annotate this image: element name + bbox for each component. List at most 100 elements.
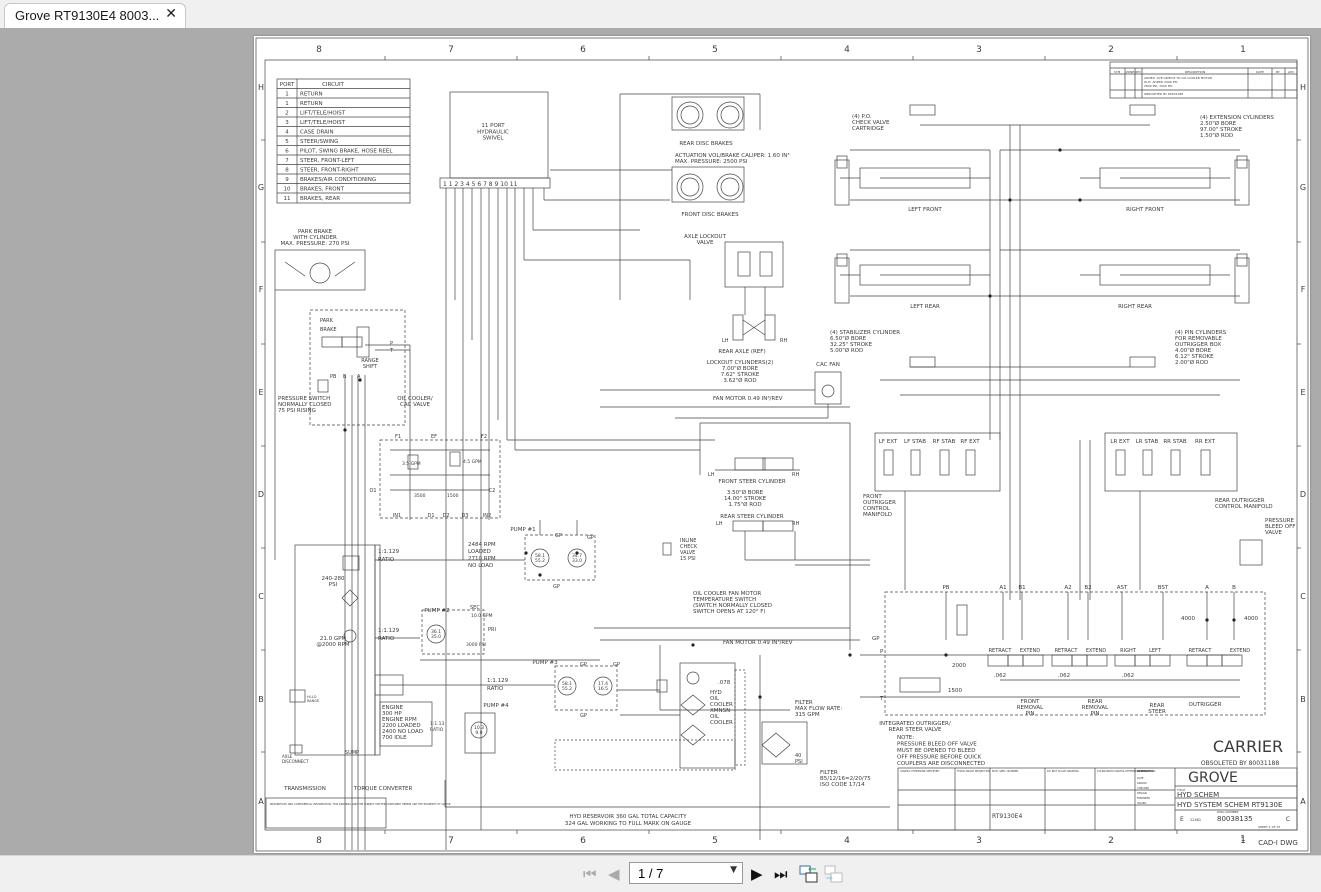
fan-motor-icon [686,671,700,685]
view-next-icon[interactable] [824,864,844,884]
schematic-label: SUMP [345,750,359,756]
brake-disc [720,105,740,125]
valve-section-label: EXTEND [1230,648,1250,654]
brake-disc [680,177,700,197]
reservoir-label: 324 GAL WORKING TO FULL MARK ON GAUGE [565,821,692,827]
document-tab[interactable]: Grove RT9130E4 8003... ✕ [4,3,186,28]
schematic-label: GP [555,533,562,539]
rpm-label: NO LOAD [468,563,493,569]
previous-page-icon[interactable]: ◀ [608,866,620,882]
manifold-section: LR STAB [1136,439,1159,445]
axle-lockout-valve [724,241,784,288]
schematic-label: 2000 [952,663,966,669]
zone-row-label: F [1301,285,1306,294]
title-field: DESIGN [1137,791,1147,795]
circuit-header: CIRCUIT [322,82,344,88]
page-select[interactable]: 1 / 7 ▼ [629,862,743,884]
integrated-valve-label: REAR STEER VALVE [889,727,942,733]
dropdown-caret-icon[interactable]: ▼ [730,865,737,875]
schematic-label: 12461 [1190,818,1201,822]
schematic-label: RH [792,472,799,478]
lockout-cylinder [732,314,744,341]
solenoid-valve [1142,449,1153,476]
zone-row-label: D [1300,490,1306,499]
schematic-box [1007,654,1024,667]
brake-drum [309,262,331,284]
circuit-name: PILOT, SWING BRAKE, HOSE REEL [300,149,393,155]
zone-column-label: 6 [580,836,586,846]
schematic-label: GP [580,662,587,668]
steer-cylinder [734,457,766,471]
rear-steer-label: REAR STEER CYLINDER [720,514,784,520]
directional-valve [1186,654,1208,667]
last-page-icon[interactable]: ⏭ [774,866,788,882]
zone-column-label: 6 [580,45,586,55]
reservoir-label: HYD RESERVOIR 360 GAL TOTAL CAPACITY [569,814,687,820]
manifold-section: RR EXT [1195,439,1216,445]
check-valve-cartridge [836,155,848,169]
port-number: 3 [285,120,289,126]
oil-cooler-block [679,662,736,769]
orifice-label: .062 [1122,673,1134,679]
close-icon[interactable]: ✕ [165,6,177,22]
solenoid-valve [910,449,921,476]
pin-cylinders-label: 2.00"Ø ROD [1175,359,1208,366]
swivel-label: HYDRAULIC [477,129,509,135]
zone-row-label: A [258,797,264,806]
circuit-name: STEER, FRONT-RIGHT [300,168,359,174]
title-field: DO NOT SCALE DRAWING [1047,769,1079,773]
valve-section-label: RIGHT [1120,648,1137,654]
zone-column-label: 3 [976,836,982,846]
schematic-box [1134,654,1151,667]
inline-check-label: 15 PSI [680,556,696,562]
zone-row-label: H [258,83,264,92]
valve-port-label: A2 [1064,585,1071,591]
schematic-label: 35.0 [431,634,441,640]
valve-port-label: B2 [1084,585,1091,591]
revision-header: SYM [1114,70,1121,74]
schematic-label: 3.5 GPM [402,461,421,467]
cac-port: EF [431,434,437,440]
circuit-name: STEER/SWING [300,139,338,145]
zone-row-label: E [258,388,263,397]
rpm-label: 2710 RPM [468,556,496,562]
zone-column-label: 3 [976,45,982,55]
schematic-label: LEFT REAR [910,304,940,310]
port-number: 7 [285,158,289,164]
zone-column-label: 7 [448,836,454,846]
junction-dot [758,695,762,699]
steer-spec-label: 3.50"Ø BORE [727,489,764,496]
pump4-label: PUMP #4 [483,703,509,709]
zone-row-label: G [258,183,264,192]
solenoid-valve [1200,449,1211,476]
port-header: PORT [280,82,295,88]
park-brake-solenoid [321,336,343,348]
next-page-icon[interactable]: ▶ [751,866,763,882]
schematic-box [554,739,736,771]
pump2-label: PUMP #2 [424,608,449,614]
orifice-label: .062 [1058,673,1070,679]
pin-cylinder [1129,104,1156,116]
schematic-label: LEFT FRONT [908,207,942,213]
filter-icon [342,555,360,571]
cac-port: C2 [489,488,496,494]
schematic-label: GP [613,662,620,668]
first-page-icon[interactable]: ⏮ [583,866,597,882]
junction-dot [538,573,542,577]
junction-dot [1232,618,1236,622]
swivel-label: 11 PORT [481,123,505,129]
range-shift-label: SHIFT [363,364,378,370]
ratio-label: RATIO [487,686,504,692]
junction-dot [343,428,347,432]
schematic-label: PB [330,374,337,380]
hydraulic-schematic: 8877665544332211H HG GF FE ED DC CB BA ASYM ZONE R… [255,37,1309,852]
schematic-label: 55.2 [562,686,572,692]
cac-port: IN2 [483,513,491,519]
view-previous-icon[interactable] [799,864,819,884]
schematic-label: T [389,348,394,354]
revision-block [1109,61,1298,99]
port-number: 11 [284,196,291,202]
junction-dot [988,294,992,298]
zone-column-label: 5 [712,45,718,55]
psi-range-label: PSI [329,582,338,588]
